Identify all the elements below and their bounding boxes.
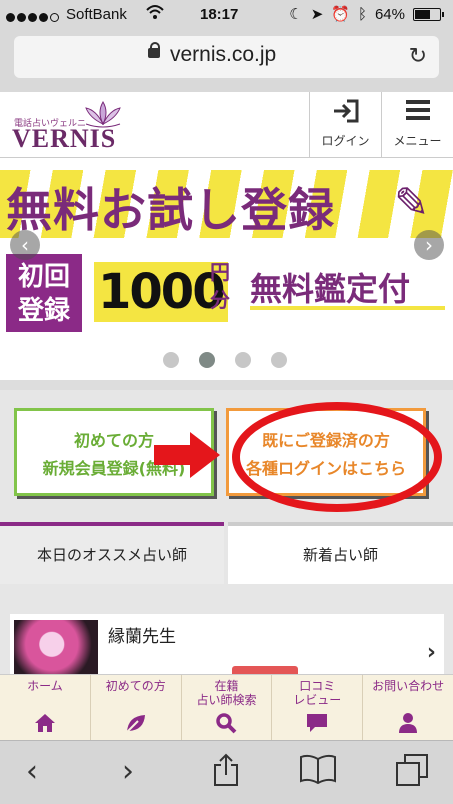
carousel-dot[interactable]: [235, 352, 251, 368]
chevron-left-icon: ‹: [21, 233, 29, 257]
promo-banner[interactable]: 無料お試し登録 ✎ 初回 登録 1000 円 分 無料鑑定付 ‹ ›: [0, 158, 453, 340]
bookmarks-button[interactable]: [298, 753, 338, 793]
reload-icon[interactable]: ↻: [409, 44, 427, 69]
nav-home-label: ホーム: [27, 679, 63, 693]
banner-amount-unit: 円 分: [210, 258, 230, 314]
login-icon: [310, 98, 381, 132]
site-logo[interactable]: 電話占いヴェルニ VERNIS: [12, 100, 132, 153]
chevron-left-icon: ‹: [26, 754, 38, 789]
badge-line2: 登録: [17, 296, 70, 326]
url-text: vernis.co.jp: [170, 43, 277, 66]
alarm-icon: ⏰: [331, 6, 350, 23]
carousel-indicator: [0, 340, 453, 380]
nav-contact[interactable]: お問い合わせ: [363, 675, 453, 740]
carrier-name: SoftBank: [66, 6, 127, 23]
teacher-tabs: 本日のオススメ占い師 新着占い師: [0, 518, 453, 588]
nav-reviews-line2: レビュー: [293, 693, 342, 707]
login-button[interactable]: ログイン: [309, 92, 381, 158]
nav-first-time-label: 初めての方: [105, 679, 166, 693]
carousel-dot[interactable]: [163, 352, 179, 368]
leaf-icon: [91, 710, 181, 734]
banner-title: 無料お試し登録: [6, 183, 335, 237]
bluetooth-icon: ᛒ: [357, 5, 367, 23]
list-item[interactable]: 縁蘭先生 ›: [10, 614, 444, 674]
login-label: ログイン: [321, 134, 370, 148]
battery-percent: 64%: [374, 5, 405, 23]
moon-icon: ☾: [289, 6, 303, 23]
nav-teacher-search-line2: 占い師検索: [196, 693, 257, 707]
banner-underline: [250, 306, 445, 310]
battery-icon: [413, 7, 444, 21]
site-header: 電話占いヴェルニ VERNIS ログイン メニュー: [0, 92, 453, 158]
first-registration-badge: 初回 登録: [6, 254, 82, 332]
carousel-next-button[interactable]: ›: [414, 230, 444, 260]
teacher-list: 縁蘭先生 ›: [0, 588, 453, 674]
book-icon: [300, 754, 336, 785]
location-icon: ➤: [310, 6, 324, 23]
chat-icon: [272, 710, 362, 734]
carousel-prev-button[interactable]: ‹: [10, 230, 40, 260]
back-button[interactable]: ‹: [12, 753, 52, 793]
hamburger-icon: [382, 98, 453, 132]
chevron-right-icon: ›: [122, 754, 134, 789]
status-badge: [232, 666, 298, 674]
browser-toolbar: ‹ ›: [0, 740, 453, 804]
logo-name: VERNIS: [12, 124, 117, 153]
forward-button[interactable]: ›: [108, 753, 148, 793]
nav-home[interactable]: ホーム: [0, 675, 91, 740]
carousel-dot[interactable]: [199, 352, 215, 368]
banner-free-text: 無料鑑定付: [250, 270, 411, 308]
unit-line2: 分: [210, 288, 230, 312]
share-icon: [214, 753, 238, 786]
share-button[interactable]: [206, 753, 246, 793]
search-icon: [182, 710, 272, 734]
person-icon: [363, 710, 453, 734]
chevron-right-icon: ›: [425, 233, 433, 257]
tab-recommended[interactable]: 本日のオススメ占い師: [0, 522, 224, 584]
unit-line1: 円: [210, 260, 230, 284]
signal-strength-icon: [6, 8, 61, 26]
banner-amount: 1000: [94, 262, 228, 322]
home-icon: [0, 710, 90, 734]
teacher-name: 縁蘭先生: [108, 627, 176, 647]
tab-new[interactable]: 新着占い師: [228, 522, 453, 584]
tabs-icon: [396, 754, 428, 786]
status-bar: SoftBank 18:17 ☾ ➤ ⏰ ᛒ 64%: [0, 0, 453, 30]
nav-reviews-line1: 口コミ: [299, 679, 336, 693]
badge-line1: 初回: [17, 262, 70, 292]
red-circle-annotation: [232, 402, 442, 512]
menu-button[interactable]: メニュー: [381, 92, 453, 158]
nav-teacher-search-line1: 在籍: [214, 679, 239, 693]
teacher-photo: [14, 620, 98, 674]
nav-contact-label: お問い合わせ: [372, 679, 445, 693]
nav-teacher-search[interactable]: 在籍 占い師検索: [182, 675, 273, 740]
menu-label: メニュー: [393, 134, 442, 148]
nav-first-time[interactable]: 初めての方: [91, 675, 182, 740]
chevron-right-icon: ›: [426, 640, 436, 665]
nav-reviews[interactable]: 口コミ レビュー: [272, 675, 364, 740]
registration-area: 初めての方 新規会員登録(無料) 既にご登録済の方 各種ログインはこちら: [0, 380, 453, 518]
browser-address-area: vernis.co.jp ↻: [0, 30, 453, 92]
address-bar[interactable]: vernis.co.jp ↻: [14, 36, 439, 78]
pencil-icon: ✎: [394, 178, 430, 227]
tabs-button[interactable]: [392, 753, 432, 793]
clock: 18:17: [200, 6, 239, 23]
lock-icon: [148, 42, 160, 58]
wifi-icon: [146, 4, 164, 24]
carousel-dot[interactable]: [271, 352, 287, 368]
site-bottom-nav: ホーム 初めての方 在籍 占い師検索 口コミ レビュー お問い合わせ: [0, 674, 453, 740]
red-arrow-annotation: [154, 432, 220, 478]
